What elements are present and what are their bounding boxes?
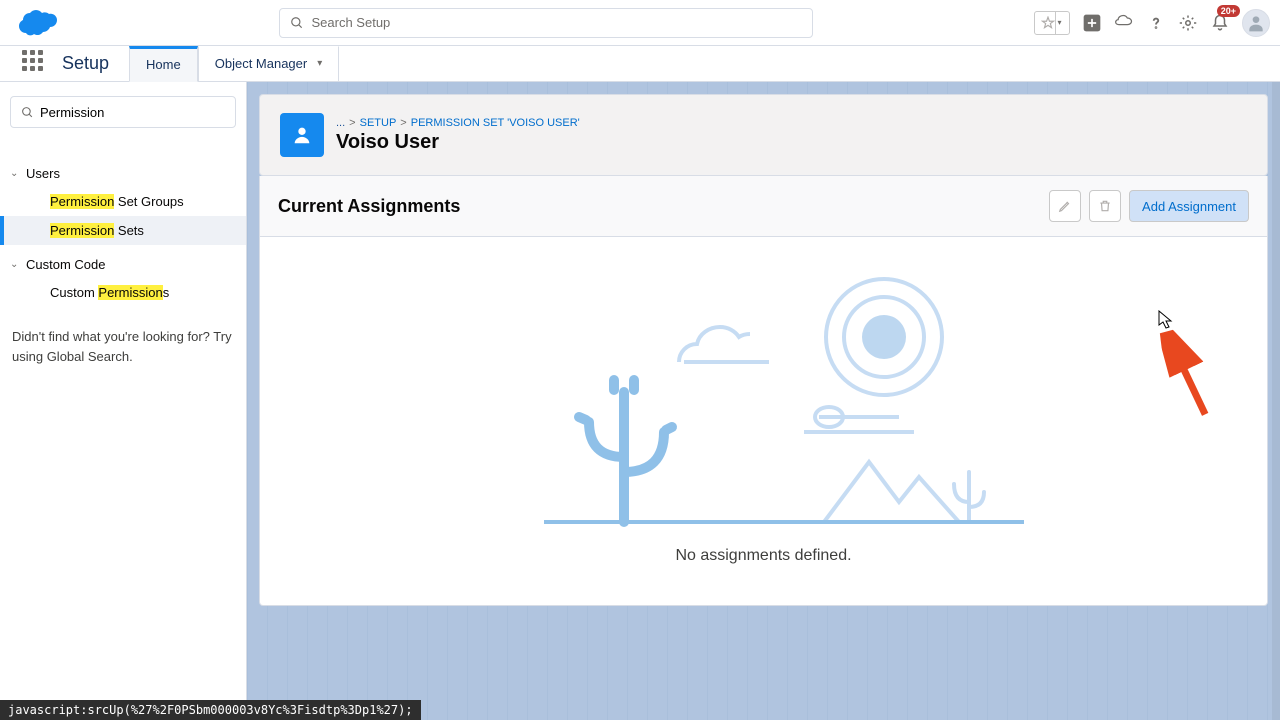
- search-hint: Didn't find what you're looking for? Try…: [0, 307, 246, 386]
- page-title: Voiso User: [336, 131, 580, 154]
- breadcrumb-setup[interactable]: SETUP: [360, 117, 397, 129]
- user-icon: [291, 124, 313, 146]
- tree-item-permission-set-groups[interactable]: Permission Set Groups: [0, 187, 246, 216]
- tree-label: Users: [26, 166, 60, 181]
- tab-object-manager[interactable]: Object Manager ▾: [198, 46, 340, 82]
- app-launcher[interactable]: [22, 50, 50, 78]
- tree-group-users[interactable]: ⌄ Users: [0, 160, 246, 187]
- avatar-icon: [1246, 13, 1266, 33]
- cursor-icon: [1158, 310, 1174, 330]
- tree-label: Custom Code: [26, 257, 105, 272]
- favorites-button[interactable]: ▾: [1034, 11, 1070, 35]
- page-header: ... > SETUP > PERMISSION SET 'VOISO USER…: [259, 94, 1268, 176]
- chevron-down-icon: ▾: [1055, 12, 1063, 34]
- setup-gear-button[interactable]: [1178, 13, 1198, 33]
- chevron-down-icon: ⌄: [10, 168, 22, 179]
- tree-item-permission-sets[interactable]: Permission Sets: [0, 216, 246, 245]
- notifications-button[interactable]: 20+: [1210, 13, 1230, 33]
- empty-message: No assignments defined.: [280, 547, 1247, 565]
- help-button[interactable]: [1146, 13, 1166, 33]
- breadcrumb: ... > SETUP > PERMISSION SET 'VOISO USER…: [336, 117, 580, 129]
- question-icon: [1147, 14, 1165, 32]
- notification-badge: 20+: [1217, 5, 1240, 17]
- salesforce-logo[interactable]: [10, 5, 62, 41]
- search-icon: [21, 106, 34, 119]
- pencil-icon: [1058, 199, 1072, 213]
- panel-title: Current Assignments: [278, 196, 460, 217]
- global-search[interactable]: [279, 8, 813, 38]
- search-icon: [290, 16, 304, 30]
- status-bar: javascript:srcUp(%27%2F0PSbm000003v8Yc%3…: [0, 700, 421, 720]
- setup-filter[interactable]: [10, 96, 236, 128]
- add-button[interactable]: [1082, 13, 1102, 33]
- record-icon: [280, 113, 324, 157]
- global-search-input[interactable]: [312, 15, 802, 30]
- breadcrumb-root[interactable]: ...: [336, 117, 345, 129]
- chevron-down-icon: ▾: [317, 58, 322, 69]
- tree-group-custom-code[interactable]: ⌄ Custom Code: [0, 251, 246, 278]
- tab-home[interactable]: Home: [129, 46, 198, 82]
- edit-button[interactable]: [1049, 190, 1081, 222]
- delete-button[interactable]: [1089, 190, 1121, 222]
- breadcrumb-parent[interactable]: PERMISSION SET 'VOISO USER': [411, 117, 580, 129]
- gear-icon: [1179, 14, 1197, 32]
- scrollbar[interactable]: [1272, 82, 1280, 720]
- user-avatar[interactable]: [1242, 9, 1270, 37]
- salesforce-app[interactable]: [1114, 13, 1134, 33]
- add-assignment-button[interactable]: Add Assignment: [1129, 190, 1249, 222]
- cloud-app-icon: [1114, 13, 1134, 33]
- trash-icon: [1098, 199, 1112, 213]
- plus-icon: [1082, 13, 1102, 33]
- app-name: Setup: [62, 53, 109, 74]
- tree-item-custom-permissions[interactable]: Custom Permissions: [0, 278, 246, 307]
- empty-illustration: [484, 267, 1044, 527]
- star-icon: [1041, 16, 1055, 30]
- chevron-down-icon: ⌄: [10, 259, 22, 270]
- tab-label: Object Manager: [215, 56, 308, 71]
- setup-filter-input[interactable]: [40, 105, 225, 120]
